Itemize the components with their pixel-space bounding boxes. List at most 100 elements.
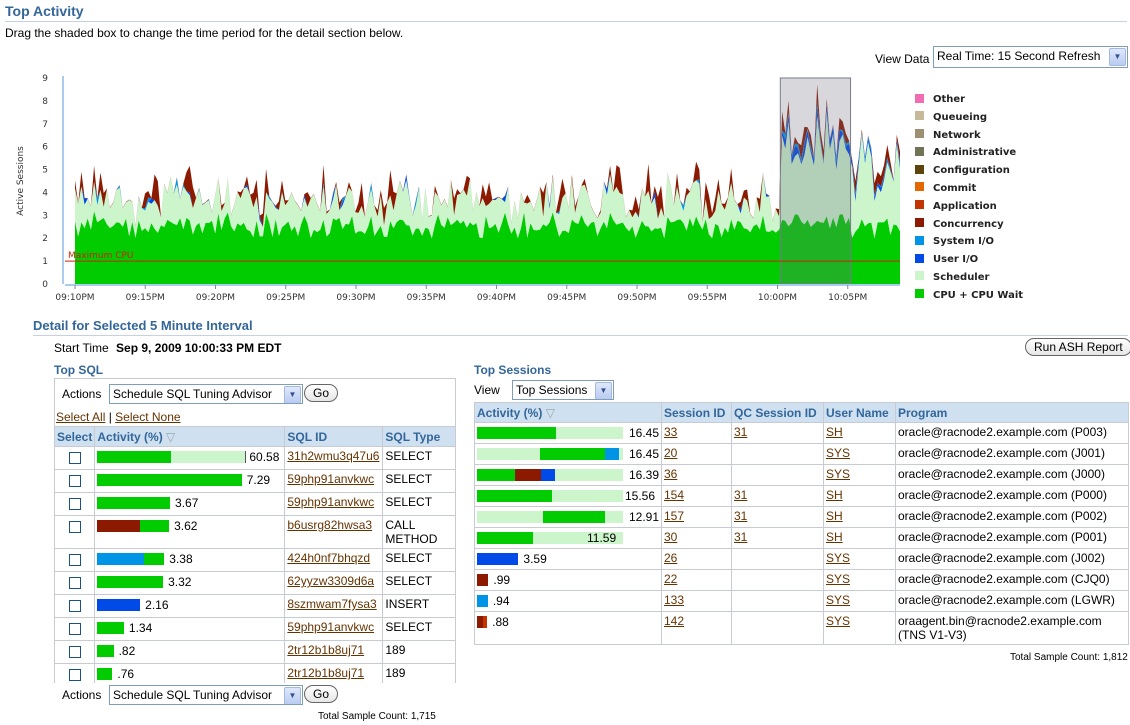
row-checkbox[interactable] — [69, 452, 81, 464]
view-data-select[interactable]: Real Time: 15 Second Refresh ▼ — [933, 46, 1128, 68]
session-id-link[interactable]: 33 — [664, 425, 677, 439]
legend-swatch — [915, 93, 924, 103]
chevron-down-icon[interactable]: ▼ — [284, 687, 301, 704]
sql-id-link[interactable]: 2tr12b1b8uj71 — [287, 643, 364, 657]
session-id-link[interactable]: 36 — [664, 467, 677, 481]
activity-bar: 60.58 — [97, 449, 282, 465]
user-name-link[interactable]: SH — [826, 425, 843, 439]
user-name-link[interactable]: SYS — [826, 614, 850, 628]
x-tick-label: 09:40PM — [477, 293, 516, 303]
row-checkbox[interactable] — [69, 554, 81, 566]
session-id-cell: 157 — [661, 506, 732, 528]
sql-id-link[interactable]: 8szmwam7fysa3 — [287, 597, 376, 611]
y-tick-label: 5 — [42, 166, 48, 176]
legend-label: Queueing — [933, 111, 988, 123]
sql-id-link[interactable]: 424h0nf7bhqzd — [287, 551, 370, 565]
start-time-value: Sep 9, 2009 10:00:33 PM EDT — [116, 341, 282, 355]
activity-value: .88 — [492, 615, 509, 629]
col-activity[interactable]: Activity (%) ▽ — [94, 426, 286, 447]
legend-swatch — [915, 146, 924, 156]
run-ash-report-button[interactable]: Run ASH Report — [1025, 338, 1130, 356]
sql-id-link[interactable]: 31h2wmu3q47u6 — [287, 449, 379, 463]
user-name-link[interactable]: SYS — [826, 572, 850, 586]
top-sessions-header-row: Activity (%) ▽ Session ID QC Session ID … — [474, 402, 1129, 423]
top-sql-table: Select Activity (%) ▽ SQL ID SQL Type 60… — [53, 426, 456, 687]
session-id-link[interactable]: 20 — [664, 446, 677, 460]
max-cpu-label: Maximum CPU — [68, 251, 134, 261]
activity-value: 16.45 — [629, 426, 660, 440]
legend-item: Other — [915, 93, 1023, 112]
scheduler-area — [75, 111, 900, 239]
row-checkbox[interactable] — [69, 521, 81, 533]
top-sql-actions-label-bottom: Actions — [62, 688, 102, 702]
qc-session-id-link[interactable]: 31 — [734, 509, 747, 523]
y-tick-label: 3 — [42, 211, 48, 221]
select-cell — [53, 515, 96, 549]
sql-id-link[interactable]: b6usrg82hwsa3 — [287, 518, 372, 532]
session-id-link[interactable]: 142 — [664, 614, 684, 628]
row-checkbox[interactable] — [69, 646, 81, 658]
sql-id-cell: 2tr12b1b8uj71 — [284, 640, 384, 664]
select-none-link[interactable]: Select None — [115, 410, 180, 424]
sql-id-link[interactable]: 62yyzw3309d6a — [287, 574, 374, 588]
row-checkbox[interactable] — [69, 623, 81, 635]
table-row: .99 22 SYS oracle@racnode2.example.com (CJQ… — [474, 569, 1129, 591]
activity-value: 3.38 — [169, 552, 193, 566]
selection-box[interactable] — [779, 77, 852, 285]
program-cell: oracle@racnode2.example.com (J002) — [895, 548, 1129, 570]
session-id-link[interactable]: 22 — [664, 572, 677, 586]
activity-value: 11.59 — [587, 531, 617, 545]
top-sql-go-button[interactable]: Go — [304, 384, 339, 402]
select-all-link[interactable]: Select All — [56, 410, 105, 424]
session-id-link[interactable]: 30 — [664, 530, 677, 544]
user-name-link[interactable]: SYS — [826, 551, 850, 565]
row-checkbox[interactable] — [69, 669, 81, 681]
sql-id-cell: 59php91anvkwc — [284, 617, 384, 641]
activity-bar: 1.34 — [97, 620, 282, 636]
session-id-link[interactable]: 154 — [664, 488, 684, 502]
top-activity-chart[interactable]: 0 1 2 3 4 5 6 7 8 9 Active Sessions Maximum CPU 09:1… — [0, 70, 905, 315]
row-checkbox[interactable] — [69, 600, 81, 612]
user-name-link[interactable]: SH — [826, 509, 843, 523]
chevron-down-icon[interactable]: ▼ — [1109, 48, 1126, 66]
user-name-link[interactable]: SH — [826, 488, 843, 502]
user-name-link[interactable]: SH — [826, 530, 843, 544]
session-id-cell: 154 — [661, 485, 732, 507]
row-checkbox[interactable] — [69, 498, 81, 510]
session-id-link[interactable]: 157 — [664, 509, 684, 523]
user-name-link[interactable]: SYS — [826, 446, 850, 460]
qc-session-id-link[interactable]: 31 — [734, 530, 747, 544]
activity-bar-segment — [97, 497, 171, 509]
activity-areas — [75, 84, 900, 284]
row-checkbox[interactable] — [69, 475, 81, 487]
row-checkbox[interactable] — [69, 577, 81, 589]
qc-session-id-link[interactable]: 31 — [734, 488, 747, 502]
sql-id-link[interactable]: 2tr12b1b8uj71 — [287, 666, 364, 680]
sql-id-cell: 31h2wmu3q47u6 — [284, 446, 384, 470]
activity-bar-segment — [97, 668, 113, 680]
top-sql-go-button-bottom[interactable]: Go — [304, 685, 339, 703]
top-sql-action-select-bottom[interactable]: Schedule SQL Tuning Advisor ▼ — [109, 685, 303, 705]
col-session-activity[interactable]: Activity (%) ▽ — [474, 402, 662, 423]
chevron-down-icon[interactable]: ▼ — [595, 382, 612, 399]
top-sql-action-select[interactable]: Schedule SQL Tuning Advisor ▼ — [109, 384, 303, 404]
sql-id-link[interactable]: 59php91anvkwc — [287, 620, 374, 634]
user-name-link[interactable]: SYS — [826, 467, 850, 481]
activity-bar-segment — [483, 616, 488, 628]
activity-bar: 3.32 — [97, 574, 282, 590]
activity-cell: 16.45 — [474, 422, 662, 444]
qc-session-id-link[interactable]: 31 — [734, 425, 747, 439]
session-id-link[interactable]: 26 — [664, 551, 677, 565]
session-id-cell: 30 — [661, 527, 732, 549]
chevron-down-icon[interactable]: ▼ — [284, 386, 301, 403]
y-tick-label: 9 — [42, 74, 48, 84]
y-tick-label: 1 — [42, 257, 48, 267]
user-name-link[interactable]: SYS — [826, 593, 850, 607]
y-axis: 0 1 2 3 4 5 6 7 8 9 — [42, 74, 64, 290]
qc-session-id-cell: 31 — [731, 506, 824, 528]
sql-id-link[interactable]: 59php91anvkwc — [287, 495, 374, 509]
session-id-link[interactable]: 133 — [664, 593, 684, 607]
top-sessions-view-select[interactable]: Top Sessions ▼ — [512, 380, 614, 400]
user-name-cell: SH — [823, 422, 896, 444]
sql-id-link[interactable]: 59php91anvkwc — [287, 472, 374, 486]
